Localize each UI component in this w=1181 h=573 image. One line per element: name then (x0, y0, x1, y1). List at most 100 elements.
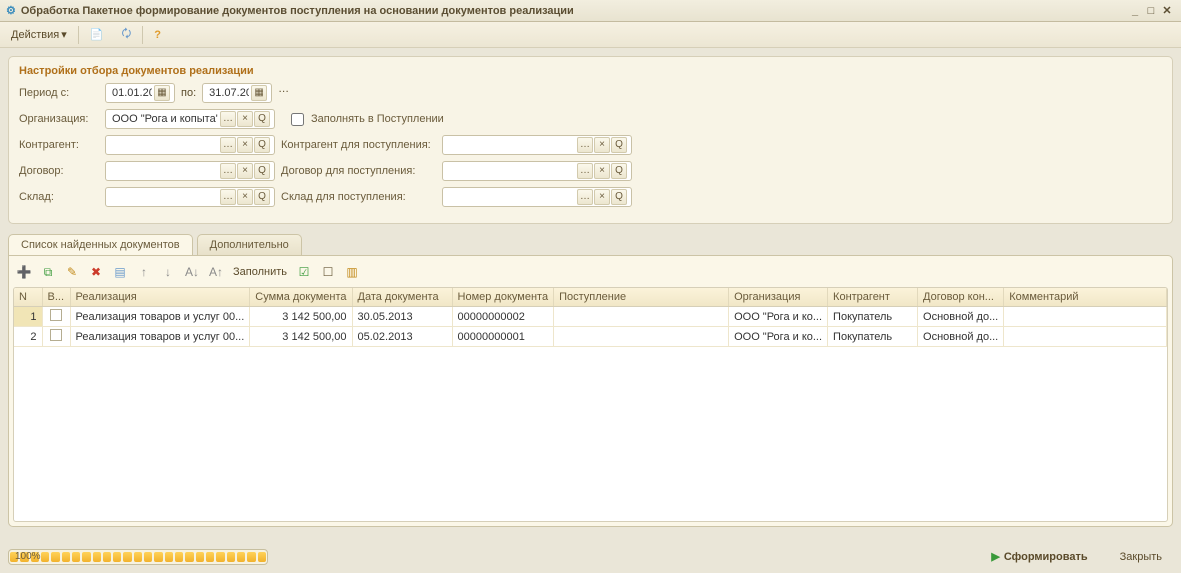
dogovor-label: Договор: (19, 165, 99, 177)
calendar-icon[interactable]: ▦ (154, 85, 170, 101)
col-sum[interactable]: Сумма документа (250, 288, 352, 307)
chevron-down-icon: ▾ (61, 28, 67, 41)
cell-docnum: 00000000002 (452, 307, 554, 327)
actions-label: Действия (11, 29, 59, 41)
col-dogovor[interactable]: Договор кон... (918, 288, 1004, 307)
dogovor-recv-input[interactable]: … × Q (442, 161, 632, 181)
clear-button[interactable]: × (237, 189, 253, 205)
maximize-button[interactable]: □ (1143, 5, 1159, 17)
edit-row-button[interactable]: ✎ (63, 263, 81, 281)
tab-additional[interactable]: Дополнительно (197, 234, 302, 255)
clear-button[interactable]: × (594, 163, 610, 179)
contr-recv-label: Контрагент для поступления: (281, 139, 436, 151)
cell-checkbox[interactable] (42, 307, 70, 327)
tab-found-docs[interactable]: Список найденных документов (8, 234, 193, 255)
sort-asc-button[interactable]: A↓ (183, 263, 201, 281)
actions-menu[interactable]: Действия ▾ (4, 25, 74, 44)
select-button[interactable]: … (220, 163, 236, 179)
mark-button[interactable]: ▤ (111, 263, 129, 281)
clear-button[interactable]: × (237, 163, 253, 179)
minimize-button[interactable]: _ (1127, 5, 1143, 17)
search-button[interactable]: Q (611, 137, 627, 153)
select-button[interactable]: … (577, 189, 593, 205)
search-button[interactable]: Q (254, 163, 270, 179)
select-button[interactable]: … (220, 137, 236, 153)
fill-in-receipt-checkbox[interactable]: Заполнять в Поступлении (287, 110, 444, 129)
main-toolbar: Действия ▾ 📄 🗘 ? (0, 22, 1181, 48)
select-button[interactable]: … (577, 163, 593, 179)
search-button[interactable]: Q (254, 111, 270, 127)
clear-button[interactable]: × (237, 137, 253, 153)
table-row[interactable]: 1Реализация товаров и услуг 00...3 142 5… (14, 307, 1167, 327)
period-extra-button[interactable]: … (278, 83, 298, 103)
add-row-button[interactable]: ➕ (15, 263, 33, 281)
col-date[interactable]: Дата документа (352, 288, 452, 307)
cell-checkbox[interactable] (42, 327, 70, 347)
period-to-label: по: (181, 87, 196, 99)
search-button[interactable]: Q (611, 189, 627, 205)
move-down-button[interactable]: ↓ (159, 263, 177, 281)
search-button[interactable]: Q (254, 189, 270, 205)
app-icon: ⚙ (6, 4, 16, 17)
search-button[interactable]: Q (254, 137, 270, 153)
select-button[interactable]: … (220, 111, 236, 127)
period-from-input[interactable]: ▦ (105, 83, 175, 103)
col-docnum[interactable]: Номер документа (452, 288, 554, 307)
calendar-icon[interactable]: ▦ (251, 85, 267, 101)
period-to-input[interactable]: ▦ (202, 83, 272, 103)
search-button[interactable]: Q (611, 163, 627, 179)
cell-n: 2 (14, 327, 42, 347)
cell-date: 05.02.2013 (352, 327, 452, 347)
check-all-button[interactable]: ☑ (295, 263, 313, 281)
cell-docnum: 00000000001 (452, 327, 554, 347)
col-contr[interactable]: Контрагент (828, 288, 918, 307)
fill-button[interactable]: Заполнить (231, 266, 289, 278)
cell-dogovor: Основной до... (918, 327, 1004, 347)
uncheck-all-button[interactable]: ☐ (319, 263, 337, 281)
sklad-input[interactable]: … × Q (105, 187, 275, 207)
clear-button[interactable]: × (237, 111, 253, 127)
select-button[interactable]: … (220, 189, 236, 205)
copy-row-button[interactable]: ⧉ (39, 263, 57, 281)
toolbar-icon-1[interactable]: 📄 (83, 25, 111, 44)
table-row[interactable]: 2Реализация товаров и услуг 00...3 142 5… (14, 327, 1167, 347)
cell-n: 1 (14, 307, 42, 327)
clear-button[interactable]: × (594, 137, 610, 153)
clear-button[interactable]: × (594, 189, 610, 205)
org-input[interactable]: … × Q (105, 109, 275, 129)
sort-desc-button[interactable]: A↑ (207, 263, 225, 281)
columns-button[interactable]: ▥ (343, 263, 361, 281)
window-title: Обработка Пакетное формирование документ… (21, 5, 574, 17)
period-from-value[interactable] (110, 86, 154, 100)
cell-dogovor: Основной до... (918, 307, 1004, 327)
contr-recv-input[interactable]: … × Q (442, 135, 632, 155)
doc-icon: 📄 (90, 28, 104, 41)
fill-checkbox[interactable] (291, 113, 304, 126)
close-window-button[interactable]: ✕ (1159, 4, 1175, 17)
col-org[interactable]: Организация (729, 288, 828, 307)
titlebar: ⚙ Обработка Пакетное формирование докуме… (0, 0, 1181, 22)
move-up-button[interactable]: ↑ (135, 263, 153, 281)
org-value[interactable] (110, 112, 220, 126)
toolbar-icon-2[interactable]: 🗘 (114, 22, 138, 47)
sklad-recv-input[interactable]: … × Q (442, 187, 632, 207)
group-title: Настройки отбора документов реализации (19, 65, 1162, 77)
delete-row-button[interactable]: ✖ (87, 263, 105, 281)
help-button[interactable]: ? (147, 26, 168, 44)
tab-body: ➕ ⧉ ✎ ✖ ▤ ↑ ↓ A↓ A↑ Заполнить ☑ ☐ ▥ N В.… (8, 255, 1173, 527)
cell-sum: 3 142 500,00 (250, 327, 352, 347)
form-button-label: Сформировать (1004, 551, 1088, 563)
period-to-value[interactable] (207, 86, 251, 100)
col-comment[interactable]: Комментарий (1004, 288, 1167, 307)
footer: 100% ▶ Сформировать Закрыть (8, 546, 1173, 567)
select-button[interactable]: … (577, 137, 593, 153)
col-v[interactable]: В... (42, 288, 70, 307)
form-button[interactable]: ▶ Сформировать (980, 546, 1098, 567)
col-realiz[interactable]: Реализация (70, 288, 250, 307)
col-n[interactable]: N (14, 288, 42, 307)
col-receipt[interactable]: Поступление (554, 288, 729, 307)
contr-input[interactable]: … × Q (105, 135, 275, 155)
close-button[interactable]: Закрыть (1109, 547, 1173, 567)
dogovor-input[interactable]: … × Q (105, 161, 275, 181)
documents-grid[interactable]: N В... Реализация Сумма документа Дата д… (13, 287, 1168, 522)
